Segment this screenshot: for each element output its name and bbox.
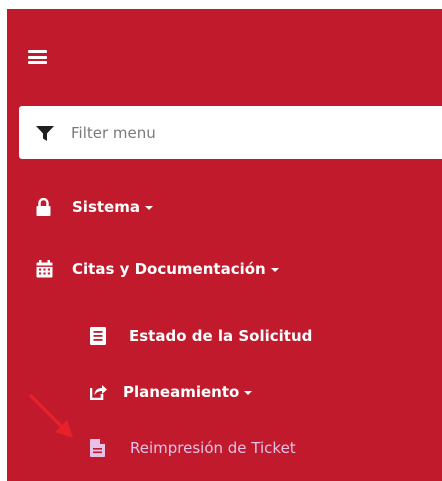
lock-icon	[36, 197, 51, 216]
submenu-item-planeamiento[interactable]: Planeamiento	[89, 383, 253, 401]
file-icon	[90, 439, 105, 457]
menu-item-citas[interactable]: Citas y Documentación	[36, 260, 279, 278]
submenu-item-label: Planeamiento	[123, 383, 240, 401]
caret-down-icon	[270, 268, 279, 272]
submenu-item-label: Estado de la Solicitud	[129, 327, 313, 345]
calendar-icon	[36, 260, 53, 278]
filter-icon	[36, 126, 54, 146]
hamburger-menu-icon[interactable]	[28, 50, 47, 64]
list-alt-icon	[90, 327, 106, 345]
filter-menu-box	[19, 106, 442, 159]
menu-item-label: Citas y Documentación	[72, 260, 266, 278]
menu-item-sistema[interactable]: Sistema	[36, 197, 153, 216]
filter-menu-input[interactable]	[71, 120, 431, 146]
share-icon	[89, 384, 107, 401]
submenu-item-reimpresion-ticket[interactable]: Reimpresión de Ticket	[90, 439, 296, 457]
caret-down-icon	[244, 391, 253, 395]
submenu-item-label: Reimpresión de Ticket	[130, 439, 296, 457]
submenu-item-estado-solicitud[interactable]: Estado de la Solicitud	[90, 327, 312, 345]
caret-down-icon	[144, 206, 153, 210]
menu-item-label: Sistema	[72, 198, 140, 216]
annotation-arrow-icon	[29, 394, 73, 438]
